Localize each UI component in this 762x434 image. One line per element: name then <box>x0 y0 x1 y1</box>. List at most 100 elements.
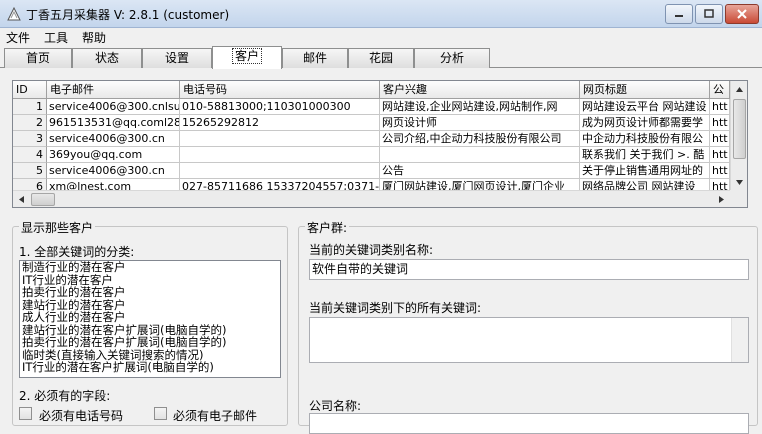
filter-group: 显示那些客户 1. 全部关键词的分类: 制造行业的潜在客户 IT行业的潜在客户 … <box>12 219 288 426</box>
current-category-field[interactable]: 软件自带的关键词 <box>309 259 749 280</box>
cell-page-title[interactable]: 成为网页设计师都需要学 <box>580 115 710 131</box>
title-bar: 丁香五月采集器 V: 2.8.1 (customer) <box>0 0 762 28</box>
company-name-field[interactable] <box>309 413 749 434</box>
arrow-down-icon <box>736 180 743 185</box>
categories-label: 1. 全部关键词的分类: <box>19 245 135 259</box>
scroll-up-button[interactable] <box>731 81 747 98</box>
cell-id: 4 <box>13 147 47 163</box>
cell-email[interactable]: service4006@300.cn <box>47 163 180 179</box>
cell-page-title[interactable]: 网站建设云平台 网站建设 <box>580 99 710 115</box>
list-item[interactable]: 拍卖行业的潜在客户扩展词(电脑自学的) <box>20 336 280 349</box>
cell-email[interactable]: 961513531@qq.coml2851 <box>47 115 180 131</box>
maximize-icon <box>704 9 714 18</box>
list-item[interactable]: 制造行业的潜在客户 <box>20 261 280 274</box>
require-email-checkbox[interactable] <box>154 407 167 420</box>
cell-extra[interactable]: htt <box>710 99 730 115</box>
current-category-label: 当前的关键词类别名称: <box>309 243 434 257</box>
table-row[interactable]: 4 369you@qq.com 联系我们 关于我们 >. 酷 htt <box>13 147 730 163</box>
header-extra[interactable]: 公 <box>710 81 730 99</box>
company-name-label: 公司名称: <box>309 399 362 413</box>
scroll-thumb[interactable] <box>31 193 55 206</box>
table-row[interactable]: 5 service4006@300.cn 公告 关于停止销售通用网址的 htt <box>13 163 730 179</box>
cell-id: 5 <box>13 163 47 179</box>
require-phone-checkbox[interactable] <box>19 407 32 420</box>
cell-interest[interactable] <box>380 147 580 163</box>
header-interest[interactable]: 客户兴趣 <box>380 81 580 99</box>
cell-extra[interactable]: htt <box>710 163 730 179</box>
tab-mail[interactable]: 邮件 <box>282 48 348 68</box>
scroll-corner <box>730 190 747 207</box>
tab-strip: 首页 状态 设置 客户 邮件 花园 分析 <box>0 46 762 69</box>
cell-page-title[interactable]: 联系我们 关于我们 >. 酷 <box>580 147 710 163</box>
keywords-label: 当前关键词类别下的所有关键词: <box>309 301 482 315</box>
header-page-title[interactable]: 网页标题 <box>580 81 710 99</box>
arrow-left-icon <box>19 196 24 203</box>
maximize-button[interactable] <box>695 4 723 24</box>
cell-page-title[interactable]: 关于停止销售通用网址的 <box>580 163 710 179</box>
tab-label: 客户 <box>231 48 262 64</box>
table-row[interactable]: 1 service4006@300.cnlsupe 010-58813000;1… <box>13 99 730 115</box>
keywords-memo[interactable] <box>309 317 749 363</box>
cell-interest[interactable]: 网站建设,企业网站建设,网站制作,网 <box>380 99 580 115</box>
minimize-button[interactable] <box>665 4 693 24</box>
list-item[interactable]: 拍卖行业的潜在客户 <box>20 286 280 299</box>
tab-home[interactable]: 首页 <box>4 48 72 68</box>
cell-interest[interactable]: 网页设计师 <box>380 115 580 131</box>
scroll-left-button[interactable] <box>13 191 30 207</box>
cell-email[interactable]: 369you@qq.com <box>47 147 180 163</box>
memo-scrollbar[interactable] <box>731 318 748 362</box>
tab-label: 邮件 <box>302 51 327 65</box>
app-icon <box>7 6 21 21</box>
tab-analysis[interactable]: 分析 <box>414 48 490 68</box>
cell-id: 1 <box>13 99 47 115</box>
customer-group-panel: 客户群: 当前的关键词类别名称: 软件自带的关键词 当前关键词类别下的所有关键词… <box>298 219 758 434</box>
grid-header: ID 电子邮件 电话号码 客户兴趣 网页标题 公 <box>13 81 730 99</box>
close-icon <box>737 9 747 19</box>
scroll-thumb[interactable] <box>733 99 746 159</box>
list-item[interactable]: IT行业的潜在客户扩展词(电脑自学的) <box>20 361 280 374</box>
category-list[interactable]: 制造行业的潜在客户 IT行业的潜在客户 拍卖行业的潜在客户 建站行业的潜在客户 … <box>19 260 281 378</box>
tab-customers[interactable]: 客户 <box>212 46 282 69</box>
cell-extra[interactable]: htt <box>710 147 730 163</box>
cell-phone[interactable] <box>180 131 380 147</box>
tab-garden[interactable]: 花园 <box>348 48 414 68</box>
table-row[interactable]: 2 961513531@qq.coml2851 15265292812 网页设计… <box>13 115 730 131</box>
cell-id: 3 <box>13 131 47 147</box>
menu-tools[interactable]: 工具 <box>44 29 68 46</box>
cell-extra[interactable]: htt <box>710 131 730 147</box>
cell-email[interactable]: service4006@300.cn <box>47 131 180 147</box>
grid-vertical-scrollbar[interactable] <box>730 81 747 191</box>
tab-status[interactable]: 状态 <box>72 48 142 68</box>
menu-help[interactable]: 帮助 <box>82 29 106 46</box>
list-item[interactable]: 成人行业的潜在客户 <box>20 311 280 324</box>
table-row[interactable]: 3 service4006@300.cn 公司介绍,中企动力科技股份有限公司 中… <box>13 131 730 147</box>
window-title: 丁香五月采集器 V: 2.8.1 (customer) <box>26 8 230 22</box>
cell-phone[interactable]: 15265292812 <box>180 115 380 131</box>
arrow-right-icon <box>719 196 724 203</box>
tab-label: 设置 <box>164 51 189 65</box>
header-email[interactable]: 电子邮件 <box>47 81 180 99</box>
menu-bar: 文件 工具 帮助 <box>0 28 762 46</box>
close-button[interactable] <box>725 4 759 24</box>
cell-extra[interactable]: htt <box>710 115 730 131</box>
header-id[interactable]: ID <box>13 81 47 99</box>
customer-grid[interactable]: ID 电子邮件 电话号码 客户兴趣 网页标题 公 1 service4006@3… <box>12 80 748 208</box>
scroll-right-button[interactable] <box>713 191 730 207</box>
require-email-label[interactable]: 必须有电子邮件 <box>173 407 257 424</box>
header-phone[interactable]: 电话号码 <box>180 81 380 99</box>
cell-phone[interactable]: 010-58813000;110301000300 <box>180 99 380 115</box>
cell-email[interactable]: service4006@300.cnlsupe <box>47 99 180 115</box>
cell-page-title[interactable]: 中企动力科技股份有限公 <box>580 131 710 147</box>
cell-interest[interactable]: 公告 <box>380 163 580 179</box>
require-phone-label[interactable]: 必须有电话号码 <box>39 407 123 424</box>
scroll-down-button[interactable] <box>731 174 747 191</box>
tab-settings[interactable]: 设置 <box>142 48 212 68</box>
tab-label: 花园 <box>368 51 393 65</box>
tab-label: 状态 <box>94 51 119 65</box>
menu-file[interactable]: 文件 <box>6 29 30 46</box>
grid-horizontal-scrollbar[interactable] <box>13 190 730 207</box>
cell-interest[interactable]: 公司介绍,中企动力科技股份有限公司 <box>380 131 580 147</box>
cell-phone[interactable] <box>180 147 380 163</box>
group-legend: 显示那些客户 <box>19 219 96 236</box>
cell-phone[interactable] <box>180 163 380 179</box>
